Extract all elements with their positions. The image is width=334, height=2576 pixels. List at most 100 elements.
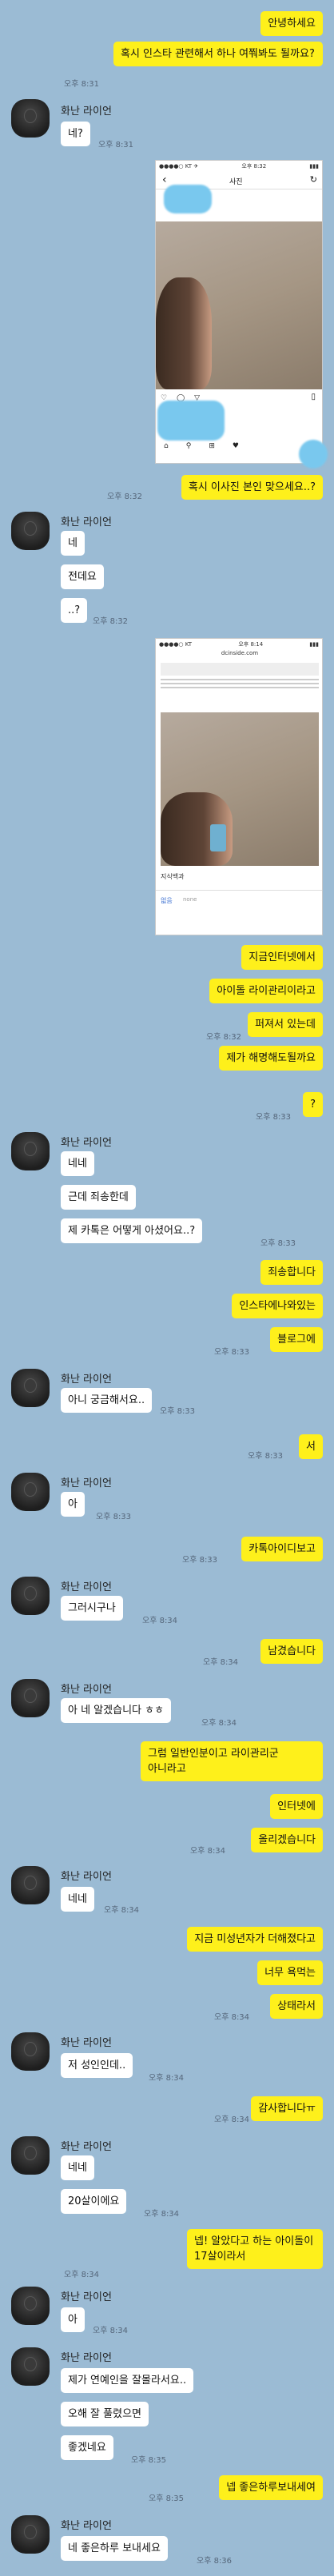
post-photo (156, 221, 322, 389)
sender-name: 화난 라이언 (61, 1374, 112, 1386)
message-time: 오후 8:33 (214, 1348, 250, 1357)
message-time: 오후 8:33 (248, 1452, 284, 1461)
my-message: 지금 미성년자가 더해졌다고 (187, 1927, 323, 1952)
refresh-icon[interactable]: ↻ (310, 174, 317, 185)
contact-avatar[interactable] (11, 1369, 50, 1407)
message-time: 오후 8:34 (214, 2115, 250, 2124)
contact-avatar[interactable] (11, 2032, 50, 2071)
their-message: 아 (61, 1492, 85, 1517)
chat-room: 안녕하세요 혹시 인스타 관련해서 하나 여쭤봐도 될까요? 오후 8:31 화… (0, 0, 334, 2576)
message-time: 오후 8:34 (190, 1847, 226, 1856)
message-time: 오후 8:33 (160, 1407, 196, 1416)
message-time: 오후 8:34 (149, 2074, 185, 2083)
message-time: 오후 8:31 (64, 80, 100, 89)
their-message: 네네 (61, 1151, 94, 1176)
contact-avatar[interactable] (11, 1132, 50, 1170)
their-message: 네 좋은하루 보내세요 (61, 2536, 168, 2561)
message-time: 오후 8:31 (98, 141, 134, 150)
message-time: 오후 8:34 (93, 2327, 129, 2335)
contact-avatar[interactable] (11, 2136, 50, 2175)
contact-avatar[interactable] (11, 2515, 50, 2554)
my-message: ? (303, 1092, 323, 1117)
their-message: 전데요 (61, 564, 104, 589)
message-time: 오후 8:33 (96, 1513, 132, 1521)
my-message: 상태라서 (270, 1994, 323, 2019)
my-message: 넵 좋은하루보내세여 (219, 2475, 323, 2500)
my-message: 카톡아이디보고 (241, 1537, 323, 1561)
message-time: 오후 8:32 (107, 492, 143, 501)
their-message: 네 (61, 531, 85, 556)
bookmark-icon[interactable]: ▯ (311, 393, 316, 401)
sender-name: 화난 라이언 (61, 516, 112, 528)
message-time: 오후 8:33 (256, 1113, 292, 1122)
message-time: 오후 8:34 (201, 1719, 237, 1728)
my-message: 서 (299, 1434, 323, 1459)
message-time: 오후 8:34 (214, 2013, 250, 2022)
my-message: 아이돌 라이관리이라고 (209, 979, 323, 1003)
add-icon[interactable]: ⊞ (209, 442, 215, 450)
contact-avatar[interactable] (11, 1866, 50, 1904)
contact-avatar[interactable] (11, 2347, 50, 2386)
my-message: 넵! 알았다고 하는 아이돌이 17살이라서 (187, 2229, 323, 2269)
blurred-profile (299, 440, 328, 469)
message-time: 오후 8:33 (260, 1239, 296, 1248)
sender-name: 화난 라이언 (61, 2037, 112, 2049)
footer-value: none (183, 896, 197, 903)
message-time: 오후 8:34 (64, 2271, 100, 2279)
their-message: 20살이에요 (61, 2189, 127, 2214)
url-bar[interactable]: dcinside.com (156, 650, 322, 661)
my-message: 올리겠습니다 (251, 1828, 323, 1852)
status-time: 오후 8:14 (238, 641, 264, 648)
message-time: 오후 8:33 (182, 1556, 218, 1565)
my-message: 안녕하세요 (260, 11, 323, 36)
their-message: ..? (61, 598, 88, 623)
their-message: 아니 궁금해서요.. (61, 1388, 153, 1413)
contact-avatar[interactable] (11, 512, 50, 550)
shared-instagram-screenshot[interactable]: ●●●●○ KT ✈ 오후 8:32 ▮▮▮ ‹ 사진 ↻ ♡ ◯ ▽ ▯ ⌂ … (155, 160, 323, 464)
contact-avatar[interactable] (11, 1473, 50, 1511)
activity-icon[interactable]: ♥ (233, 442, 239, 450)
message-time: 오후 8:34 (104, 1906, 140, 1915)
contact-avatar[interactable] (11, 2287, 50, 2325)
sender-name: 화난 라이언 (61, 2352, 112, 2364)
blurred-username (164, 185, 212, 213)
shared-web-screenshot[interactable]: ●●●●○ KT 오후 8:14 ▮▮▮ dcinside.com 지식백과 없… (155, 638, 323, 935)
message-time: 오후 8:32 (206, 1033, 242, 1042)
contact-avatar[interactable] (11, 99, 50, 138)
their-message: 좋겠네요 (61, 2435, 113, 2460)
my-message: 인스타에나와있는 (232, 1294, 323, 1318)
their-message: 그러시구나 (61, 1596, 123, 1621)
search-icon[interactable]: ⚲ (186, 442, 192, 450)
home-icon[interactable]: ⌂ (164, 442, 169, 450)
contact-avatar[interactable] (11, 1679, 50, 1717)
sender-name: 화난 라이언 (61, 1581, 112, 1593)
their-message: 네네 (61, 1887, 94, 1912)
article-photo (161, 712, 319, 866)
divider (156, 890, 322, 891)
footer-label[interactable]: 없음 (161, 896, 173, 905)
message-time: 오후 8:35 (149, 2494, 185, 2503)
back-icon[interactable]: ‹ (162, 173, 167, 186)
phone-status-bar: ●●●●○ KT ✈ 오후 8:32 ▮▮▮ (156, 161, 322, 172)
my-message: 혹시 인스타 관련해서 하나 여쭤봐도 될까요? (113, 42, 323, 66)
sender-name: 화난 라이언 (61, 1871, 112, 1883)
signal-icon: ●●●●○ KT ✈ (159, 163, 199, 169)
contact-avatar[interactable] (11, 1577, 50, 1615)
my-message: 제가 해명해도될까요 (219, 1046, 323, 1071)
sender-name: 화난 라이언 (61, 2291, 112, 2303)
page-text-lines (161, 679, 319, 690)
page-header-bar (161, 663, 319, 676)
message-time: 오후 8:36 (197, 2557, 233, 2566)
my-message: 감사합니다ㅠ (251, 2096, 323, 2121)
message-time: 오후 8:34 (144, 2210, 180, 2219)
battery-icon: ▮▮▮ (309, 163, 319, 169)
signal-icon: ●●●●○ KT (159, 641, 193, 648)
my-message: 너무 욕먹는 (257, 1960, 323, 1985)
sender-name: 화난 라이언 (61, 2141, 112, 2153)
caption: 지식백과 (161, 873, 185, 880)
their-message: 제 카톡은 어떻게 아셨어요..? (61, 1218, 203, 1243)
blurred-caption (157, 401, 225, 441)
message-time: 오후 8:32 (93, 617, 129, 626)
their-message: 저 성인인데.. (61, 2053, 133, 2078)
sender-name: 화난 라이언 (61, 1137, 112, 1149)
